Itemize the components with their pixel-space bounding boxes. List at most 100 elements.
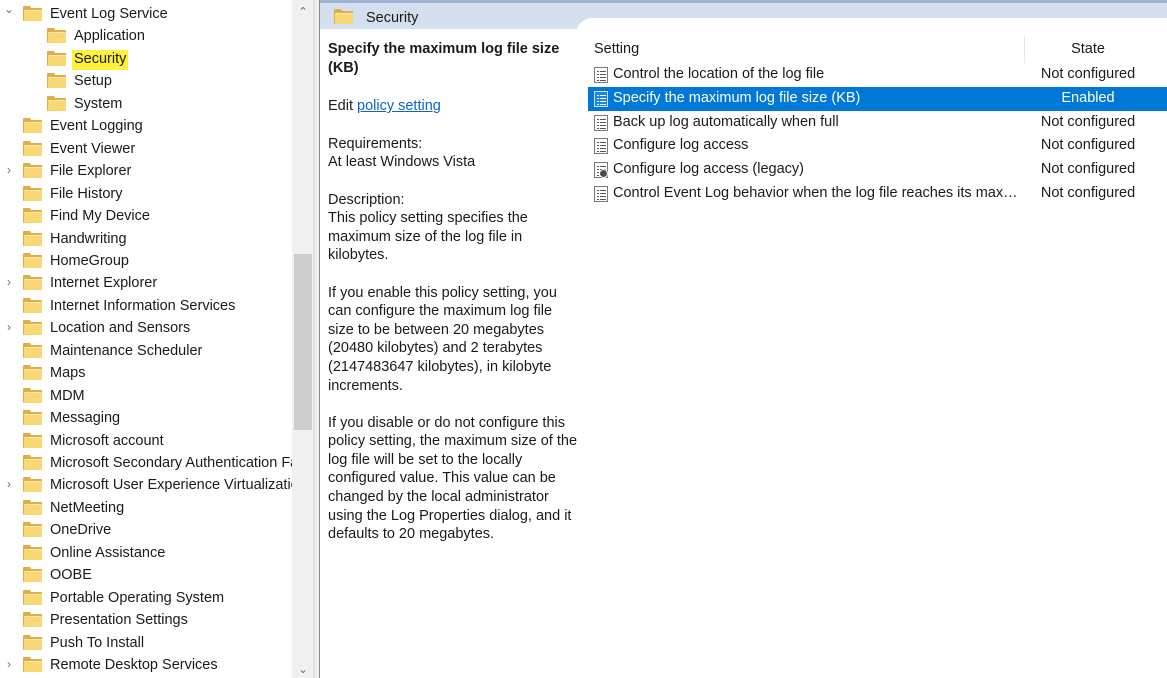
tree-item[interactable]: HomeGroup (0, 250, 292, 273)
chevron-right-icon[interactable]: › (3, 657, 15, 671)
tree-item[interactable]: Application (0, 25, 292, 48)
policy-state: Not configured (1040, 161, 1136, 178)
tree-item[interactable]: OneDrive (0, 519, 292, 542)
tree-item-label: Push To Install (50, 634, 145, 651)
tree-item[interactable]: › Microsoft User Experience Virtualizatio… (0, 474, 292, 497)
policy-icon (594, 186, 608, 202)
folder-icon (23, 612, 42, 628)
policy-row[interactable]: Configure log access Not configured (588, 134, 1167, 158)
chevron-right-icon[interactable]: › (3, 163, 15, 177)
scrollbar-thumb[interactable] (294, 254, 312, 430)
tree-item-label: Application (74, 28, 145, 45)
folder-icon (334, 9, 353, 24)
tree-item[interactable]: Event Logging (0, 115, 292, 138)
tree-item[interactable]: Internet Information Services (0, 295, 292, 318)
policy-icon (594, 138, 608, 155)
folder-icon (23, 499, 42, 515)
column-header-setting[interactable]: Setting (594, 41, 639, 57)
folder-icon (23, 432, 42, 448)
folder-icon (47, 50, 66, 66)
navigation-tree: ⌄ Event Log Service Application Security Set… (0, 0, 314, 678)
tree-item-label: Online Assistance (50, 544, 166, 561)
tree-item[interactable]: Security (0, 48, 292, 71)
tree-item[interactable]: Online Assistance (0, 542, 292, 565)
policy-row[interactable]: Specify the maximum log file size (KB) En… (588, 86, 1167, 111)
tree-item[interactable]: System (0, 93, 292, 116)
policy-state: Not configured (1040, 137, 1136, 154)
folder-icon (23, 118, 42, 134)
folder-icon (23, 230, 42, 246)
chevron-right-icon[interactable]: › (3, 320, 15, 334)
tree-item-label: Remote Desktop Services (50, 657, 218, 674)
tree-item-label: Internet Information Services (50, 297, 236, 314)
policy-row[interactable]: Control Event Log behavior when the log … (588, 182, 1167, 206)
tree-item-label: Microsoft User Experience Virtualization (50, 477, 292, 494)
description-block: Description: This policy setting specifi… (328, 191, 580, 265)
tree-item[interactable]: ⌄ Event Log Service (0, 3, 292, 26)
policy-name: Back up log automatically when full (613, 113, 839, 130)
tree-item[interactable]: Setup (0, 70, 292, 93)
tree-item[interactable]: › Internet Explorer (0, 272, 292, 295)
chevron-right-icon[interactable]: › (3, 275, 15, 289)
folder-icon (23, 365, 42, 381)
tree-item[interactable]: › Location and Sensors (0, 317, 292, 340)
policy-name: Control Event Log behavior when the log … (613, 185, 1019, 201)
policy-row[interactable]: Back up log automatically when full Not c… (588, 111, 1167, 135)
policy-row[interactable]: Configure log access (legacy) Not configu… (588, 158, 1167, 182)
tree-item-label: Setup (74, 73, 112, 90)
column-header-state[interactable]: State (1025, 41, 1151, 57)
tree-item-label: NetMeeting (50, 499, 125, 516)
tree-item[interactable]: Presentation Settings (0, 609, 292, 632)
folder-icon (23, 455, 42, 470)
folder-icon (47, 73, 66, 89)
folder-icon (23, 140, 42, 156)
tree-item-label: Security (72, 49, 129, 70)
legacy-policy-icon (594, 162, 608, 179)
tree-item[interactable]: Event Viewer (0, 138, 292, 161)
chevron-right-icon[interactable]: › (3, 477, 15, 491)
tree-item[interactable]: Find My Device (0, 205, 292, 228)
tree-scrollbar[interactable]: ⌃ ⌄ (292, 0, 313, 678)
pane-title: Security (366, 10, 419, 26)
tree-item-label: Event Logging (50, 118, 143, 135)
folder-icon (23, 410, 42, 426)
policy-name: Control the location of the log file (613, 66, 825, 82)
policy-icon (594, 67, 608, 83)
tree-item[interactable]: Handwriting (0, 228, 292, 251)
policy-row[interactable]: Control the location of the log file Not … (588, 63, 1167, 87)
folder-icon (47, 95, 66, 111)
scroll-down-icon[interactable]: ⌄ (292, 660, 313, 678)
tree-item[interactable]: › Remote Desktop Services (0, 654, 292, 677)
folder-icon (23, 657, 42, 673)
tree-item[interactable]: OOBE (0, 564, 292, 587)
folder-icon (23, 522, 42, 538)
tree-item[interactable]: Portable Operating System (0, 587, 292, 610)
scroll-up-icon[interactable]: ⌃ (292, 2, 313, 22)
folder-icon (23, 6, 42, 21)
edit-policy-line: Edit policy setting (328, 97, 580, 116)
policy-state: Not configured (1040, 185, 1136, 201)
tree-item[interactable]: › File Explorer (0, 160, 292, 183)
folder-icon (23, 275, 42, 291)
chevron-down-icon[interactable]: ⌄ (3, 3, 15, 16)
policy-name: Configure log access (legacy) (613, 161, 805, 178)
folder-icon (23, 297, 42, 313)
tree-item[interactable]: MDM (0, 385, 292, 408)
tree-item[interactable]: Maintenance Scheduler (0, 340, 292, 363)
policy-setting-link[interactable]: policy setting (357, 98, 441, 114)
tree-item-label: Location and Sensors (50, 320, 191, 337)
tree-item[interactable]: File History (0, 183, 292, 206)
tree-item[interactable]: Microsoft Secondary Authentication Facto… (0, 452, 292, 475)
tree-item[interactable]: NetMeeting (0, 497, 292, 520)
folder-icon (23, 589, 42, 605)
tree-item[interactable]: Messaging (0, 407, 292, 430)
tree-item-label: Microsoft Secondary Authentication Facto… (50, 455, 292, 471)
tree-item[interactable]: Microsoft account (0, 430, 292, 453)
tree-item-label: OneDrive (50, 522, 112, 539)
tree-item[interactable]: Maps (0, 362, 292, 385)
requirements-value: At least Windows Vista (328, 154, 476, 171)
tree-item[interactable]: Push To Install (0, 632, 292, 655)
policy-icon (594, 114, 608, 131)
requirements-label: Requirements: (328, 135, 423, 152)
folder-icon (23, 387, 42, 403)
